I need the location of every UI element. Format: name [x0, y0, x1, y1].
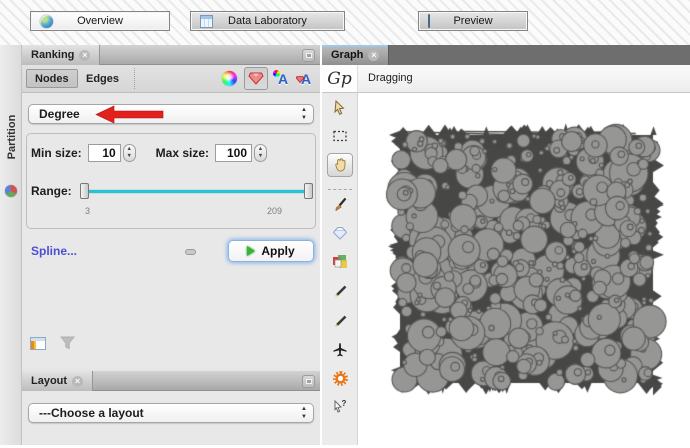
layout-tabbar: Layout × — [22, 371, 320, 391]
range-max-value: 209 — [267, 206, 283, 216]
layout-content: ---Choose a layout ▲ ▼ — [22, 391, 320, 444]
auto-apply-icon[interactable] — [185, 249, 196, 255]
min-size-input[interactable] — [87, 144, 121, 162]
table-icon — [200, 14, 213, 28]
apply-button[interactable]: Apply — [228, 240, 314, 262]
graph-content: ? — [322, 93, 690, 445]
ranking-toolbar: Nodes Edges A A — [22, 65, 320, 93]
graph-tabbar: Graph × — [322, 45, 690, 65]
graph-canvas[interactable] — [358, 93, 690, 445]
layout-chooser-value: ---Choose a layout — [39, 406, 144, 420]
ranking-panel: Ranking × Nodes Edges A A Degree ▲ ▼ Min… — [22, 45, 320, 393]
rank-attribute-value: Degree — [39, 107, 80, 121]
close-icon[interactable]: × — [72, 375, 84, 387]
svg-text:?: ? — [342, 399, 347, 408]
spline-link[interactable]: Spline... — [31, 244, 77, 258]
layout-tab[interactable]: Layout × — [22, 371, 94, 391]
edges-subtab[interactable]: Edges — [78, 69, 127, 88]
min-size-spinner[interactable]: ▲ ▼ — [122, 144, 136, 162]
toolbar-separator — [134, 68, 135, 89]
graph-status-label: Dragging — [368, 72, 413, 84]
direct-selection-tool-icon[interactable] — [322, 100, 358, 116]
gephi-logo: Gp — [322, 65, 358, 92]
maximize-icon[interactable] — [302, 49, 315, 62]
overview-button-label: Overview — [77, 15, 123, 27]
ranking-content: Degree ▲▼ Min size: ▲▼ Max size: ▲▼ Rang… — [22, 93, 320, 367]
range-label: Range: — [31, 184, 72, 198]
overview-button[interactable]: Overview — [30, 11, 170, 31]
label-color-icon[interactable]: A — [273, 69, 291, 87]
shortcut-plane-tool-icon[interactable] — [322, 342, 358, 358]
partition-tab[interactable]: Partition — [6, 99, 18, 175]
edge-pencil-tool-icon[interactable] — [322, 314, 358, 330]
graph-toolbar: Gp Dragging — [322, 65, 690, 93]
min-size-label: Min size: — [31, 146, 82, 160]
color-transform-icon[interactable] — [222, 71, 237, 86]
play-icon — [247, 246, 256, 256]
ranking-bottom-bar — [30, 336, 75, 350]
drag-tool-button[interactable] — [322, 153, 358, 177]
globe-icon — [40, 14, 53, 28]
settings-sunburst-icon[interactable] — [322, 371, 358, 386]
select-stepper-icon: ▲ ▼ — [301, 406, 307, 420]
max-size-spinner[interactable]: ▲ ▼ — [254, 144, 268, 162]
range-min-value: 3 — [85, 206, 91, 216]
ranking-tabbar: Ranking × — [22, 45, 320, 65]
range-slider-min-handle[interactable] — [79, 183, 89, 199]
node-pencil-tool-icon[interactable] — [322, 284, 358, 300]
layout-chooser-select[interactable]: ---Choose a layout ▲ ▼ — [28, 403, 314, 423]
max-size-input[interactable] — [215, 144, 253, 162]
heatmap-tool-icon[interactable] — [322, 226, 358, 240]
rank-attribute-select[interactable]: Degree ▲ ▼ — [28, 104, 314, 124]
nodes-subtab-label: Nodes — [35, 72, 69, 85]
ranking-tab-label: Ranking — [31, 49, 75, 61]
layout-tab-label: Layout — [31, 375, 68, 387]
maximize-icon[interactable] — [302, 375, 315, 388]
range-slider-max-handle[interactable] — [304, 183, 313, 199]
range-slider[interactable] — [79, 182, 313, 200]
max-size-label: Max size: — [155, 146, 210, 160]
graph-tab[interactable]: Graph × — [322, 45, 390, 65]
range-slider-track[interactable] — [81, 190, 311, 193]
label-size-icon[interactable]: A — [295, 70, 314, 87]
ranking-result-table-icon[interactable] — [30, 336, 46, 350]
filter-funnel-icon[interactable] — [60, 336, 75, 350]
rectangle-selection-tool-icon[interactable] — [322, 128, 358, 144]
graph-toolstrip: ? — [322, 93, 358, 445]
monitor-icon — [428, 14, 442, 28]
close-icon[interactable]: × — [79, 49, 91, 61]
graph-canvas-wrap — [358, 93, 690, 445]
size-transform-icon[interactable] — [244, 67, 268, 90]
rainbow-dot-icon — [273, 69, 280, 77]
context-help-tool-icon[interactable]: ? — [322, 399, 358, 415]
ranking-tab[interactable]: Ranking × — [22, 45, 101, 65]
workspace-toolbar: Overview Data Laboratory Preview — [0, 0, 690, 45]
close-icon[interactable]: × — [368, 49, 380, 61]
layout-panel: Layout × ---Choose a layout ▲ ▼ — [22, 371, 320, 444]
apply-button-label: Apply — [261, 244, 295, 258]
preview-button-label: Preview — [453, 15, 493, 27]
partition-pie-icon — [5, 185, 17, 197]
shortest-path-tool-icon[interactable] — [322, 254, 358, 270]
select-stepper-icon: ▲ ▼ — [301, 107, 307, 121]
toolstrip-separator — [328, 189, 352, 190]
size-group-box: Min size: ▲▼ Max size: ▲▼ Range: 3 — [26, 133, 316, 229]
data-laboratory-button-label: Data Laboratory — [228, 15, 307, 27]
data-laboratory-button[interactable]: Data Laboratory — [190, 11, 345, 31]
spline-row: Spline... Apply — [22, 240, 320, 264]
small-diamond-icon — [295, 70, 305, 83]
painter-tool-icon[interactable] — [322, 197, 358, 213]
preview-button[interactable]: Preview — [418, 11, 528, 31]
graph-tab-label: Graph — [331, 49, 364, 61]
graph-pane: Graph × Gp Dragging ? — [322, 45, 690, 445]
edges-subtab-label: Edges — [86, 72, 120, 85]
left-dock: Partition Ranking × Nodes Edges A A Degr… — [0, 45, 320, 445]
nodes-subtab[interactable]: Nodes — [26, 69, 78, 88]
red-diamond-icon — [248, 72, 264, 85]
partition-side-strip: Partition — [0, 45, 22, 445]
drag-hand-icon — [327, 153, 353, 177]
